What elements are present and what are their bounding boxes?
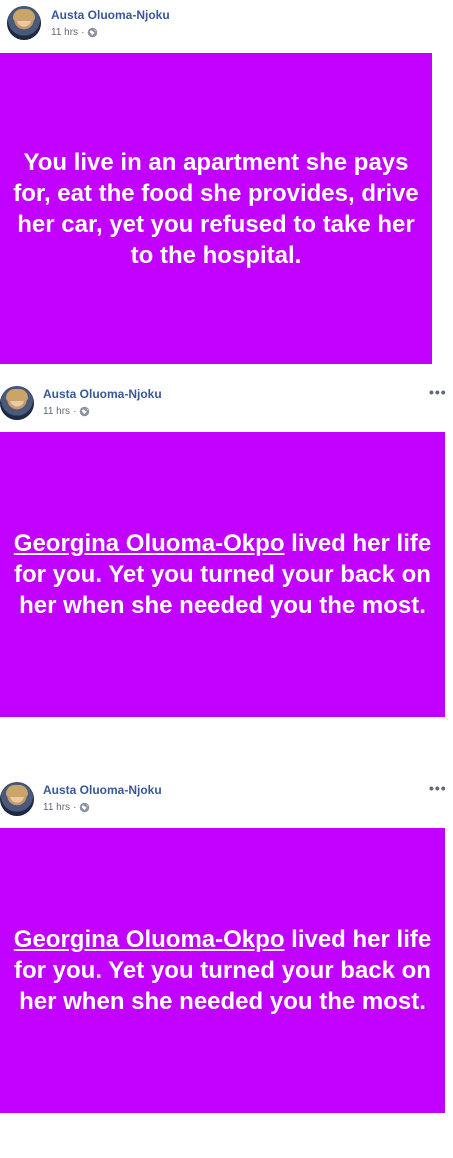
mention-link[interactable]: Georgina Oluoma-Okpo (14, 530, 285, 557)
avatar[interactable] (0, 386, 34, 420)
avatar[interactable] (7, 6, 41, 40)
post-text-card: You live in an apartment she pays for, e… (0, 53, 432, 364)
post-text: Georgina Oluoma-Okpo lived her life for … (0, 924, 445, 1017)
post-1: Austa Oluoma-Njoku 11 hrs · You live in … (0, 0, 453, 364)
post-text-card: Georgina Oluoma-Okpo lived her life for … (0, 432, 445, 717)
separator: · (81, 27, 85, 38)
more-options-icon[interactable]: ••• (429, 385, 447, 399)
avatar[interactable] (0, 782, 34, 816)
post-header: Austa Oluoma-Njoku 11 hrs · (0, 0, 453, 44)
more-options-icon[interactable]: ••• (429, 781, 447, 795)
post-text: Georgina Oluoma-Okpo lived her life for … (0, 528, 445, 621)
post-2: Austa Oluoma-Njoku 11 hrs · ••• Georgina… (0, 383, 453, 717)
separator: · (73, 802, 77, 813)
separator: · (73, 406, 77, 417)
mention-link[interactable]: Georgina Oluoma-Okpo (14, 926, 285, 953)
post-text: You live in an apartment she pays for, e… (0, 147, 432, 271)
post-header: Austa Oluoma-Njoku 11 hrs · ••• (0, 383, 453, 427)
post-text-card: Georgina Oluoma-Okpo lived her life for … (0, 828, 445, 1113)
post-meta: 11 hrs · (51, 27, 98, 38)
author-name[interactable]: Austa Oluoma-Njoku (51, 8, 170, 22)
post-meta: 11 hrs · (43, 406, 90, 417)
globe-icon (80, 802, 90, 813)
author-name[interactable]: Austa Oluoma-Njoku (43, 783, 162, 797)
globe-icon (80, 406, 90, 417)
timestamp[interactable]: 11 hrs (43, 406, 70, 417)
timestamp[interactable]: 11 hrs (43, 802, 70, 813)
globe-icon (88, 27, 98, 38)
post-header: Austa Oluoma-Njoku 11 hrs · ••• (0, 779, 453, 823)
post-meta: 11 hrs · (43, 802, 90, 813)
post-body: You live in an apartment she pays for, e… (13, 148, 419, 269)
post-3: Austa Oluoma-Njoku 11 hrs · ••• Georgina… (0, 779, 453, 1113)
timestamp[interactable]: 11 hrs (51, 27, 78, 38)
author-name[interactable]: Austa Oluoma-Njoku (43, 387, 162, 401)
